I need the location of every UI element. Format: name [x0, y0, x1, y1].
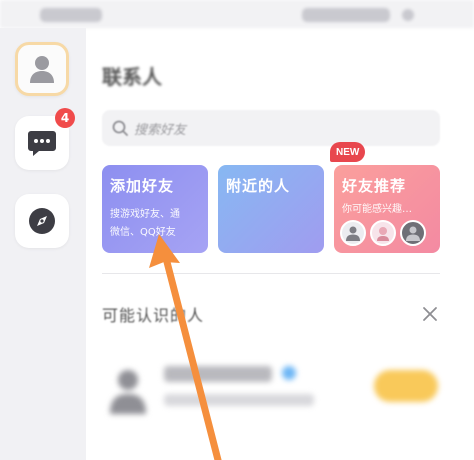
sidebar: 4 [0, 28, 86, 460]
compass-icon [29, 208, 55, 234]
chat-bubble-icon [28, 131, 56, 156]
contacts-panel: 联系人 搜索好友 添加好友 搜游戏好友、通 微信、QQ好友 附近的人 好友推荐 … [86, 28, 474, 460]
suggestions-title: 可能认识的人 [102, 306, 205, 325]
sidebar-item-contacts[interactable] [15, 42, 69, 96]
nearby-people-card[interactable]: 附近的人 [218, 165, 324, 253]
recommend-avatar [400, 220, 426, 246]
suggestion-name [164, 366, 272, 382]
add-friend-title: 添加好友 [110, 177, 175, 195]
friend-recommend-subtitle: 你可能感兴趣… [342, 204, 412, 215]
suggestion-description [164, 394, 314, 406]
add-suggestion-button[interactable] [374, 370, 438, 402]
status-battery-icon [402, 9, 414, 21]
friend-recommend-title: 好友推荐 [342, 177, 407, 195]
verified-icon [282, 366, 296, 380]
person-icon [377, 227, 389, 241]
add-friend-card[interactable]: 添加好友 搜游戏好友、通 微信、QQ好友 [102, 165, 208, 253]
status-time [40, 8, 102, 22]
section-divider [102, 273, 440, 274]
friend-recommend-card[interactable]: 好友推荐 你可能感兴趣… [334, 165, 440, 253]
search-icon [112, 120, 128, 136]
status-icons [302, 8, 390, 22]
new-badge: NEW [330, 142, 366, 162]
sidebar-item-messages[interactable]: 4 [15, 108, 75, 170]
search-input[interactable]: 搜索好友 [102, 110, 440, 146]
add-friend-subtitle-line-1: 搜游戏好友、通 [110, 209, 180, 220]
page-title: 联系人 [102, 65, 162, 89]
suggestion-row[interactable] [102, 358, 440, 418]
close-suggestions-button[interactable] [420, 304, 440, 324]
search-placeholder: 搜索好友 [134, 122, 187, 138]
unread-badge: 4 [55, 108, 75, 128]
sidebar-item-discover[interactable] [15, 194, 69, 248]
person-icon [346, 226, 360, 241]
add-friend-subtitle-line-2: 微信、QQ好友 [110, 227, 176, 238]
person-icon [30, 56, 54, 83]
recommend-avatar [340, 220, 366, 246]
avatar [110, 370, 146, 414]
person-icon [406, 226, 420, 241]
recommend-avatar [370, 220, 396, 246]
close-icon [423, 307, 437, 321]
nearby-people-title: 附近的人 [226, 177, 291, 195]
status-bar [0, 0, 474, 28]
